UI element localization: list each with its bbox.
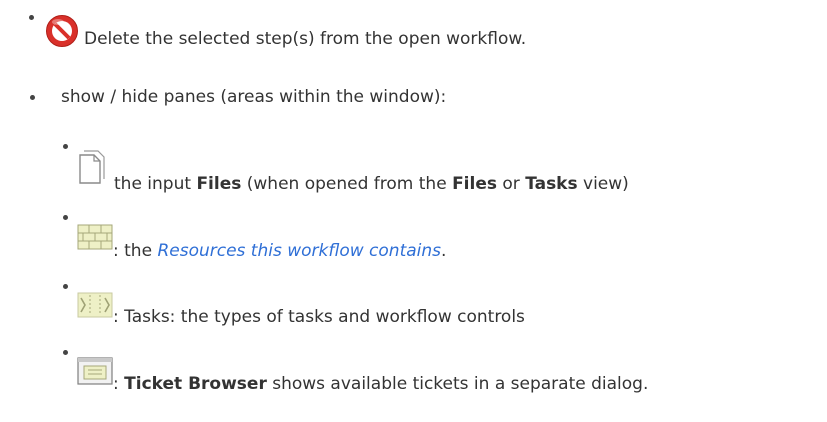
files-bold: Files — [196, 174, 242, 194]
files-pane-text: the input Files (when opened from the Fi… — [114, 173, 629, 195]
resources-prefix: : the — [113, 241, 158, 261]
ticket-browser-text: : Ticket Browser shows available tickets… — [113, 373, 648, 395]
tasks-pane-text: : Tasks: the types of tasks and workflow… — [113, 307, 525, 327]
bullet — [63, 144, 68, 149]
bullet — [29, 15, 34, 20]
ticket-suffix: shows available tickets in a separate di… — [266, 374, 649, 394]
bullet — [63, 350, 68, 355]
resources-pane-text: : the Resources this workflow contains. — [113, 240, 446, 262]
document-icon — [79, 150, 105, 184]
resources-icon — [77, 224, 113, 250]
resources-link[interactable]: Resources this workflow contains — [157, 241, 441, 261]
tasks-icon — [77, 292, 113, 318]
tasks-view-bold: Tasks — [525, 174, 578, 194]
files-view-bold: Files — [452, 174, 497, 194]
panes-text: show / hide panes (areas within the wind… — [61, 87, 447, 107]
ticket-prefix: : — [113, 374, 125, 394]
bullet — [30, 95, 35, 100]
ticket-browser-bold: Ticket Browser — [124, 374, 267, 394]
bullet — [63, 284, 68, 289]
files-middle: (when opened from the — [241, 174, 453, 194]
files-prefix: the input — [114, 174, 197, 194]
ticket-browser-icon — [77, 357, 113, 385]
delete-step-text: Delete the selected step(s) from the ope… — [84, 29, 527, 49]
files-suffix: view) — [577, 174, 629, 194]
resources-suffix: . — [441, 241, 447, 261]
no-entry-icon — [46, 15, 78, 47]
files-or: or — [496, 174, 526, 194]
bullet — [63, 215, 68, 220]
